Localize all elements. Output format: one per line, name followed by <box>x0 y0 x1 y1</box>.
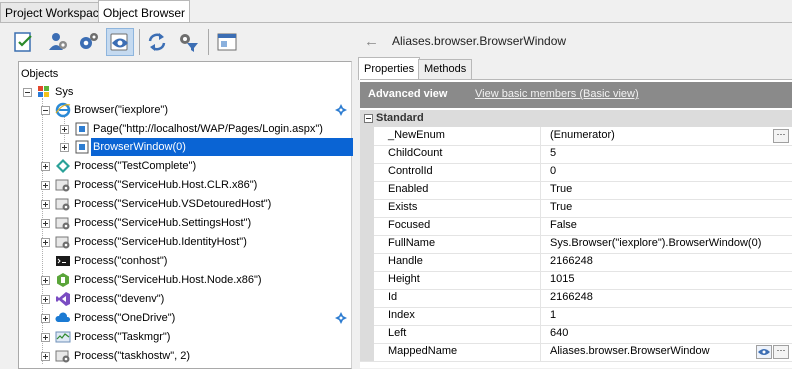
mapped-object-icon <box>335 312 347 324</box>
property-row[interactable]: Enabled True <box>360 181 792 200</box>
tab-properties[interactable]: Properties <box>358 57 421 80</box>
tab-object-browser[interactable]: Object Browser <box>98 0 191 23</box>
window-button[interactable] <box>213 28 241 56</box>
page-icon <box>75 122 89 136</box>
ellipsis-button[interactable]: ··· <box>773 129 789 143</box>
gears-icon <box>80 33 98 49</box>
category-standard[interactable]: Standard <box>360 110 792 127</box>
collapse-icon[interactable] <box>364 114 373 123</box>
property-row[interactable]: Index 1 <box>360 307 792 326</box>
task-manager-icon <box>55 331 71 343</box>
internet-explorer-icon <box>55 102 71 118</box>
windows-logo-icon <box>38 86 49 97</box>
filter-settings-button[interactable] <box>174 28 202 56</box>
expand-icon[interactable] <box>41 276 50 285</box>
object-browser-toolbar <box>0 23 354 61</box>
property-row[interactable]: Exists True <box>360 199 792 218</box>
object-tree[interactable]: Objects Sys Browser("iexplore") Page("ht… <box>18 61 353 369</box>
expand-icon[interactable] <box>41 238 50 247</box>
property-row[interactable]: ControlId 0 <box>360 163 792 182</box>
tree-node-browser[interactable]: Browser("iexplore") <box>19 101 349 119</box>
process-gear-icon <box>55 350 70 363</box>
checklist-icon <box>14 32 32 52</box>
property-grid: Advanced view View basic members (Basic … <box>360 79 792 368</box>
property-row[interactable]: _NewEnum (Enumerator) ··· <box>360 127 792 146</box>
eye-icon <box>758 349 770 355</box>
process-gear-icon <box>55 179 70 192</box>
expand-icon[interactable] <box>41 219 50 228</box>
expand-icon[interactable] <box>41 162 50 171</box>
basic-view-link[interactable]: View basic members (Basic view) <box>475 88 639 100</box>
expand-icon[interactable] <box>41 314 50 323</box>
checklist-button[interactable] <box>10 28 38 56</box>
property-row[interactable]: ChildCount 5 <box>360 145 792 164</box>
expand-icon[interactable] <box>41 181 50 190</box>
toolbar-separator <box>208 29 209 55</box>
eye-button[interactable] <box>106 28 134 56</box>
window-object-icon <box>75 140 89 154</box>
toolbar-separator <box>139 29 140 55</box>
visual-studio-icon <box>56 292 70 306</box>
filter-settings-icon <box>180 34 198 52</box>
testcomplete-icon <box>56 159 70 173</box>
property-row[interactable]: FullName Sys.Browser("iexplore").Browser… <box>360 235 792 254</box>
collapse-icon[interactable] <box>23 88 32 97</box>
object-tree-panel: Objects Sys Browser("iexplore") Page("ht… <box>0 23 354 369</box>
expand-icon[interactable] <box>60 125 69 134</box>
expand-icon[interactable] <box>41 200 50 209</box>
refresh-button[interactable] <box>143 28 171 56</box>
ellipsis-button[interactable]: ··· <box>773 345 789 359</box>
expand-icon[interactable] <box>60 143 69 152</box>
console-icon <box>56 256 70 266</box>
process-gear-icon <box>55 217 70 230</box>
process-gear-icon <box>55 198 70 211</box>
property-row[interactable]: Focused False <box>360 217 792 236</box>
tab-methods[interactable]: Methods <box>418 59 473 80</box>
advanced-view-label: Advanced view <box>368 88 448 100</box>
property-row[interactable]: Id 2166248 <box>360 289 792 308</box>
back-arrow-icon[interactable]: ← <box>364 33 379 50</box>
nodejs-icon <box>57 273 69 287</box>
property-row[interactable]: Height 1015 <box>360 271 792 290</box>
collapse-icon[interactable] <box>41 106 50 115</box>
process-gear-icon <box>55 236 70 249</box>
user-settings-button[interactable] <box>44 28 72 56</box>
mapped-object-icon <box>335 104 347 116</box>
refresh-icon <box>148 33 166 51</box>
properties-panel: ← Aliases.browser.BrowserWindow Properti… <box>354 23 792 368</box>
eye-icon <box>110 33 128 51</box>
highlight-eye-button[interactable] <box>756 345 772 359</box>
property-row[interactable]: Left 640 <box>360 325 792 344</box>
advanced-view-header: Advanced view View basic members (Basic … <box>360 82 792 108</box>
cloud-icon <box>55 312 71 322</box>
gears-button[interactable] <box>75 28 103 56</box>
property-row[interactable]: MappedName Aliases.browser.BrowserWindow… <box>360 343 792 362</box>
user-settings-icon <box>49 33 67 50</box>
property-row[interactable]: Handle 2166248 <box>360 253 792 272</box>
expand-icon[interactable] <box>41 333 50 342</box>
tab-project-workspace[interactable]: Project Workspace <box>0 2 111 23</box>
object-path-title: Aliases.browser.BrowserWindow <box>392 34 567 48</box>
document-tabs: Project Workspace Object Browser <box>0 0 792 24</box>
tree-node-process[interactable]: Process("OneDrive") <box>19 309 349 327</box>
expand-icon[interactable] <box>41 352 50 361</box>
window-icon <box>217 33 237 51</box>
expand-icon[interactable] <box>41 295 50 304</box>
